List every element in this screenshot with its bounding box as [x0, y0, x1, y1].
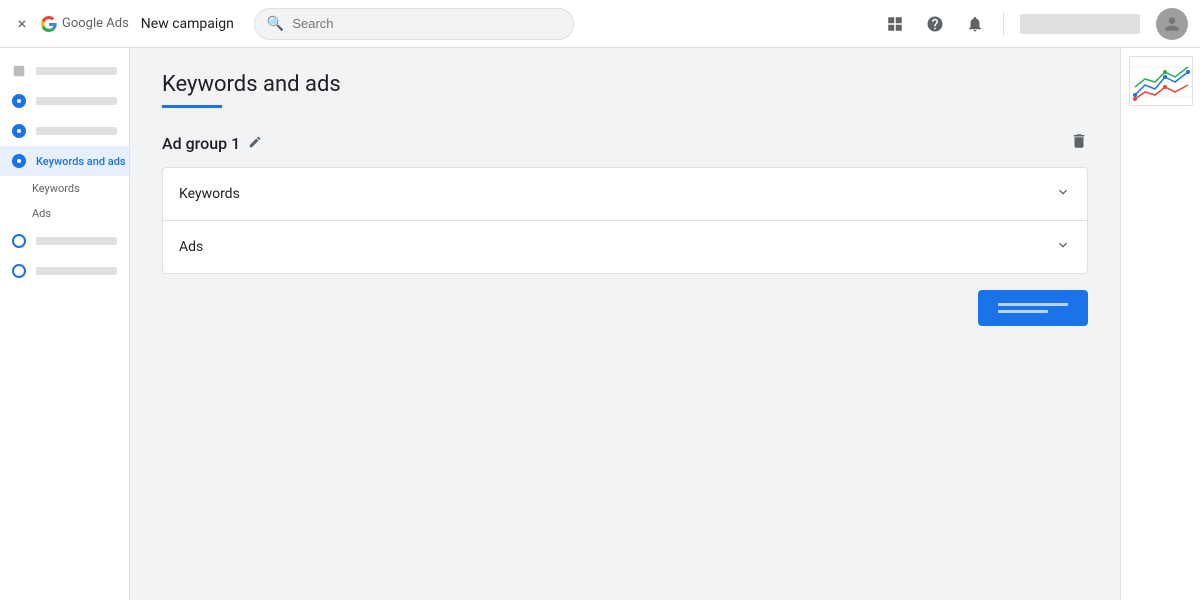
chart-preview: [1129, 56, 1193, 106]
search-input[interactable]: [292, 16, 561, 31]
accordion-ads-label: Ads: [179, 239, 1055, 255]
sidebar-item-6[interactable]: [0, 256, 129, 286]
sidebar-item-5[interactable]: [0, 226, 129, 256]
save-line-2: [998, 310, 1048, 313]
accordion-ads[interactable]: Ads: [163, 221, 1087, 273]
sidebar-line-6: [36, 267, 117, 275]
right-panel: [1120, 48, 1200, 600]
sidebar: Keywords and ads Keywords Ads: [0, 48, 130, 600]
ad-group-header: Ad group 1: [162, 132, 1088, 155]
close-button[interactable]: ×: [12, 14, 32, 34]
step-icon-1: [12, 64, 26, 78]
campaign-title: New campaign: [141, 16, 234, 32]
sidebar-sub-item-ads[interactable]: Ads: [0, 201, 129, 226]
avatar[interactable]: [1156, 8, 1188, 40]
save-line-1: [998, 303, 1068, 306]
edit-icon[interactable]: [248, 135, 262, 153]
accordion-keywords[interactable]: Keywords: [163, 168, 1087, 221]
step-circle-4: [12, 154, 26, 168]
header: × Google Ads New campaign 🔍: [0, 0, 1200, 48]
save-button-content: [998, 303, 1068, 313]
chevron-down-ads-icon: [1055, 237, 1071, 257]
accordion-keywords-label: Keywords: [179, 186, 1055, 202]
sidebar-item-3[interactable]: [0, 116, 129, 146]
sidebar-label-keywords-ads: Keywords and ads: [36, 155, 126, 168]
save-button[interactable]: [978, 290, 1088, 326]
title-underline: [162, 105, 222, 108]
step-circle-3: [12, 124, 26, 138]
sidebar-sub-label-ads: Ads: [32, 207, 51, 220]
header-left: × Google Ads New campaign: [12, 14, 234, 34]
sidebar-line-2: [36, 97, 117, 105]
google-icon: [40, 15, 58, 33]
action-bar: [162, 290, 1088, 326]
page-title: Keywords and ads: [162, 72, 1088, 97]
sidebar-sub-label-keywords: Keywords: [32, 182, 80, 195]
sidebar-item-1[interactable]: [0, 56, 129, 86]
grid-icon[interactable]: [883, 12, 907, 36]
main-container: Keywords and ads Keywords Ads Keywords a…: [0, 48, 1200, 600]
sidebar-line-1: [36, 67, 117, 75]
search-icon: 🔍: [267, 16, 284, 32]
header-icons: [883, 8, 1188, 40]
ad-group-title: Ad group 1: [162, 134, 240, 153]
sidebar-line-5: [36, 237, 117, 245]
content-area: Keywords and ads Ad group 1 Keywords Ads: [130, 48, 1120, 600]
google-logo: Google Ads: [40, 15, 129, 33]
google-ads-label: Google Ads: [62, 16, 129, 31]
account-selector[interactable]: [1020, 14, 1140, 34]
step-circle-2: [12, 94, 26, 108]
step-circle-6: [12, 264, 26, 278]
sidebar-item-keywords-ads[interactable]: Keywords and ads: [0, 146, 129, 176]
notifications-icon[interactable]: [963, 12, 987, 36]
delete-icon[interactable]: [1070, 132, 1088, 155]
help-icon[interactable]: [923, 12, 947, 36]
sidebar-item-2[interactable]: [0, 86, 129, 116]
chevron-down-keywords-icon: [1055, 184, 1071, 204]
accordion-container: Keywords Ads: [162, 167, 1088, 274]
sidebar-line-3: [36, 127, 117, 135]
header-divider: [1003, 12, 1004, 36]
sidebar-sub-item-keywords[interactable]: Keywords: [0, 176, 129, 201]
step-circle-5: [12, 234, 26, 248]
chart-svg: [1130, 57, 1193, 106]
search-bar[interactable]: 🔍: [254, 8, 574, 40]
